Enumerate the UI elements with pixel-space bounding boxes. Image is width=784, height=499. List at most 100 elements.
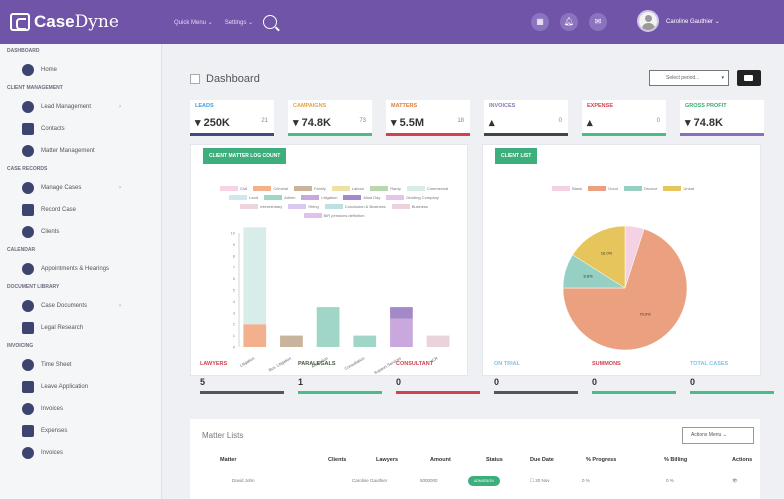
stat-value: 1 [298,377,304,387]
kpi-card[interactable]: Expense ▴ 0 [582,100,666,136]
bar-segment[interactable] [316,307,340,347]
stat-card[interactable]: Total Cases 0 [690,356,774,394]
actions-menu-button[interactable]: Actions Menu ⌄ [682,427,754,444]
sidebar-item[interactable]: Appointments & Hearings [0,258,161,280]
column-header[interactable]: Status [486,457,503,463]
kpi-label: Leads [195,103,214,109]
lawyer-cell: Caroline Gauthier [352,478,388,483]
camera-icon[interactable] [737,70,761,86]
grid-icon[interactable]: ▦ [531,13,549,31]
stat-card[interactable]: Paralegals 1 [298,356,382,394]
kpi-count: 73 [359,118,366,124]
due-date-cell: ☐ 20 Nov [530,478,550,483]
column-header[interactable]: Due Date [530,457,554,463]
user-name-menu[interactable]: Caroline Gauthier ⌄ [666,18,720,25]
column-header[interactable]: Actions [732,457,752,463]
sidebar-item[interactable]: Matter Management [0,140,161,162]
column-header[interactable]: % Progress [586,457,616,463]
invoice-file-icon [22,447,34,459]
kpi-value: ▴ [587,117,593,129]
view-icon[interactable]: 👁 [732,478,738,484]
sidebar: Dashboard Home Client Management Lead Manag… [0,44,162,499]
bar-segment[interactable] [390,307,413,319]
kpi-count: 21 [261,118,268,124]
sidebar-item[interactable]: Manage Cases › [0,177,161,199]
kpi-value: ▴ [489,117,495,129]
kpi-card[interactable]: Matters ▾ 5.5M 18 [386,100,470,136]
bar-segment[interactable] [426,335,450,347]
sidebar-item-label: Record Case [41,207,77,213]
dashboard-checkbox[interactable] [190,74,200,84]
stat-card[interactable]: Consultant 0 [396,356,480,394]
sidebar-item[interactable]: Record Case [0,199,161,221]
message-icon[interactable]: ✉ [589,13,607,31]
sidebar-item[interactable]: Lead Management › [0,96,161,118]
y-tick-label: 1 [233,333,236,338]
stat-underline [298,391,382,394]
sidebar-item[interactable]: Leave Application [0,376,161,398]
stat-label: Summons [592,361,621,367]
sidebar-item[interactable]: Case Documents › [0,295,161,317]
kpi-value: ▾ 5.5M [391,117,425,129]
bar-segment[interactable] [353,335,377,347]
column-header[interactable]: Amount [430,457,451,463]
sidebar-item[interactable]: Legal Research [0,317,161,339]
stat-card[interactable]: Summons 0 [592,356,676,394]
stat-card[interactable]: Lawyers 5 [200,356,284,394]
matter-list-title: Matter Lists [202,431,244,440]
column-header[interactable]: Matter [220,457,237,463]
stat-value: 5 [200,377,206,387]
search-icon[interactable] [263,15,278,29]
invoices-icon [22,403,34,415]
sidebar-item[interactable]: Clients [0,221,161,243]
bar-segment[interactable] [243,324,267,347]
sidebar-item[interactable]: Time Sheet [0,354,161,376]
sidebar-item-label: Appointments & Hearings [41,266,110,272]
y-tick-label: 9 [233,242,236,247]
timesheet-icon [22,359,34,371]
sidebar-item-label: Expenses [41,428,68,434]
sidebar-item[interactable]: Invoices [0,442,161,464]
kpi-underline [190,133,274,136]
y-tick-label: 8 [233,253,236,258]
kpi-label: Matters [391,103,418,109]
stat-label: Consultant [396,361,434,367]
sidebar-item[interactable]: Invoices [0,398,161,420]
sidebar-item-label: Legal Research [41,325,84,331]
sidebar-section-title: Dashboard [7,48,40,54]
kpi-value: ▾ 74.8K [293,117,331,129]
briefcase-icon [22,182,34,194]
stat-card[interactable]: On Trial 0 [494,356,578,394]
column-header[interactable]: % Billing [664,457,687,463]
avatar[interactable] [637,10,659,32]
kpi-underline [484,133,568,136]
sidebar-item-label: Home [41,67,58,73]
home-icon [22,64,34,76]
quick-menu-dropdown[interactable]: Quick Menu ⌄ [174,19,213,26]
clients-icon [22,226,34,238]
kpi-card[interactable]: Campaigns ▾ 74.8K 73 [288,100,372,136]
bell-icon[interactable]: 🔔︎ [560,13,578,31]
kpi-card[interactable]: Leads ▾ 250K 21 [190,100,274,136]
column-header[interactable]: Lawyers [376,457,398,463]
bar-segment[interactable] [243,227,267,325]
column-header[interactable]: Clients [328,457,346,463]
kpi-value: ▾ 250K [195,117,230,129]
kpi-count: 0 [558,118,562,124]
settings-dropdown[interactable]: Settings ⌄ [225,19,253,26]
period-select[interactable]: Select period... [649,70,729,86]
sidebar-item[interactable]: Contacts [0,118,161,140]
bar-segment[interactable] [390,318,413,348]
bar-segment[interactable] [280,335,303,347]
kpi-card[interactable]: Gross Profit ▾ 74.8K [680,100,764,136]
stat-label: Paralegals [298,361,336,367]
kpi-label: Gross Profit [685,103,727,109]
app-logo[interactable]: CaseDyne [0,0,162,44]
sidebar-item[interactable]: Expenses [0,420,161,442]
sidebar-item-label: Contacts [41,126,65,132]
pie-slice-label: 8.8% [584,273,594,278]
kpi-card[interactable]: Invoices ▴ 0 [484,100,568,136]
contacts-icon [22,123,34,135]
sidebar-item-label: Invoices [41,450,64,456]
sidebar-item[interactable]: Home [0,59,161,81]
